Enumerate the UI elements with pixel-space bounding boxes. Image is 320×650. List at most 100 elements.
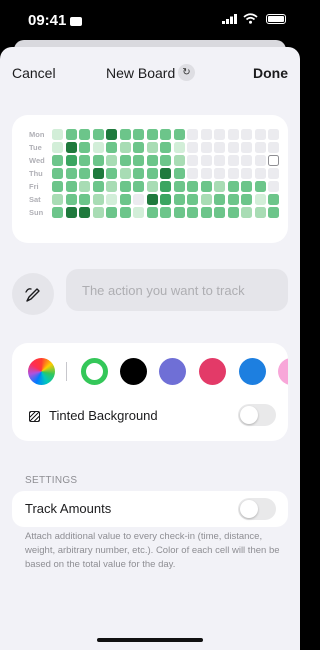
day-label-sun: Sun: [29, 208, 44, 217]
heatmap-cell: [241, 207, 252, 218]
swatch-separator: [66, 362, 67, 381]
nav-bar: Cancel New Board ↻ Done: [0, 47, 300, 99]
heatmap-cell: [173, 168, 185, 179]
track-amounts-toggle[interactable]: [238, 498, 276, 520]
heatmap-cell: [200, 181, 212, 192]
color-swatch-black[interactable]: [120, 358, 147, 385]
heatmap-cell: [173, 129, 185, 140]
heatmap-cell: [65, 155, 77, 166]
heatmap-cell: [146, 129, 158, 140]
heatmap-cell: [92, 181, 104, 192]
heatmap-cell: [133, 168, 144, 179]
track-amounts-row: Track Amounts: [12, 491, 288, 527]
heatmap-cell: [227, 207, 239, 218]
heatmap-cell: [65, 168, 77, 179]
toggle-knob: [240, 406, 258, 424]
heatmap-cell: [133, 129, 144, 140]
cellular-signal-icon: [222, 14, 237, 24]
heatmap-cell: [173, 142, 185, 153]
heatmap-cell: [52, 194, 63, 205]
heatmap-cell: [214, 194, 225, 205]
heatmap-cell: [106, 155, 117, 166]
action-name-input[interactable]: [66, 269, 288, 311]
heatmap-cell: [268, 194, 279, 205]
heatmap-cell: [65, 181, 77, 192]
color-wheel-swatch[interactable]: [28, 358, 55, 385]
heatmap-cell: [146, 194, 158, 205]
heatmap-cell: [200, 207, 212, 218]
cancel-button[interactable]: Cancel: [12, 65, 56, 81]
bed-icon: [70, 16, 83, 26]
heatmap-cell: [79, 155, 90, 166]
heatmap-cell: [200, 142, 212, 153]
day-label-fri: Fri: [29, 182, 39, 191]
heatmap-cell: [146, 142, 158, 153]
tinted-background-toggle[interactable]: [238, 404, 276, 426]
heatmap-cell: [52, 168, 63, 179]
heatmap-cell: [254, 168, 266, 179]
heatmap-cell: [187, 142, 198, 153]
tinted-background-icon: [29, 411, 40, 422]
wifi-icon: [243, 13, 258, 24]
heatmap-cell: [79, 129, 90, 140]
heatmap-cell: [173, 194, 185, 205]
heatmap-cell: [52, 181, 63, 192]
heatmap-cell: [268, 207, 279, 218]
heatmap-cell: [160, 207, 171, 218]
heatmap-cell: [160, 129, 171, 140]
heatmap-cell: [227, 194, 239, 205]
tinted-background-label: Tinted Background: [49, 408, 158, 423]
color-swatch-green[interactable]: [81, 358, 108, 385]
heatmap-cell: [133, 181, 144, 192]
color-swatch-red[interactable]: [199, 358, 226, 385]
heatmap-cell: [214, 129, 225, 140]
heatmap-cell: [92, 129, 104, 140]
heatmap-cell: [92, 142, 104, 153]
toggle-knob: [240, 500, 258, 518]
heatmap-cell: [241, 168, 252, 179]
heatmap-cell: [160, 194, 171, 205]
choose-icon-button[interactable]: [12, 273, 54, 315]
heatmap-cell: [65, 129, 77, 140]
heatmap-cell: [133, 194, 144, 205]
heatmap-cell: [160, 181, 171, 192]
day-label-mon: Mon: [29, 130, 45, 139]
heatmap-cell: [254, 207, 266, 218]
day-label-tue: Tue: [29, 143, 42, 152]
heatmap-cell: [187, 155, 198, 166]
color-swatch-pink[interactable]: [278, 358, 288, 385]
heatmap-cell: [92, 168, 104, 179]
status-bar: 09:41: [0, 0, 300, 40]
done-button[interactable]: Done: [253, 65, 288, 81]
heatmap-cell: [146, 168, 158, 179]
heatmap-cell: [133, 207, 144, 218]
heatmap-cell: [200, 194, 212, 205]
heatmap-cell: [227, 181, 239, 192]
pen-icon: [25, 288, 40, 302]
heatmap-cell: [214, 207, 225, 218]
heatmap-cell: [52, 207, 63, 218]
refresh-icon[interactable]: ↻: [178, 64, 195, 81]
heatmap-cell: [241, 155, 252, 166]
weekday-labels: Mon Tue Wed Thu Fri Sat Sun: [29, 130, 45, 221]
heatmap-cell: [119, 207, 131, 218]
heatmap-cell: [254, 181, 266, 192]
heatmap-cell: [268, 168, 279, 179]
heatmap-cell: [52, 142, 63, 153]
heatmap-cell: [254, 142, 266, 153]
heatmap-cell: [133, 155, 144, 166]
track-amounts-footnote: Attach additional value to every check-i…: [25, 531, 280, 570]
heatmap-cell: [227, 168, 239, 179]
color-swatch-purple[interactable]: [159, 358, 186, 385]
heatmap-cell: [187, 194, 198, 205]
heatmap-cell: [119, 181, 131, 192]
heatmap-cell: [119, 129, 131, 140]
heatmap-cell: [106, 181, 117, 192]
heatmap-cell: [173, 155, 185, 166]
heatmap-cell: [146, 181, 158, 192]
heatmap-cell: [200, 155, 212, 166]
heatmap-cell: [160, 142, 171, 153]
color-swatch-blue[interactable]: [239, 358, 266, 385]
heatmap-cell: [200, 129, 212, 140]
heatmap-cell: [106, 142, 117, 153]
